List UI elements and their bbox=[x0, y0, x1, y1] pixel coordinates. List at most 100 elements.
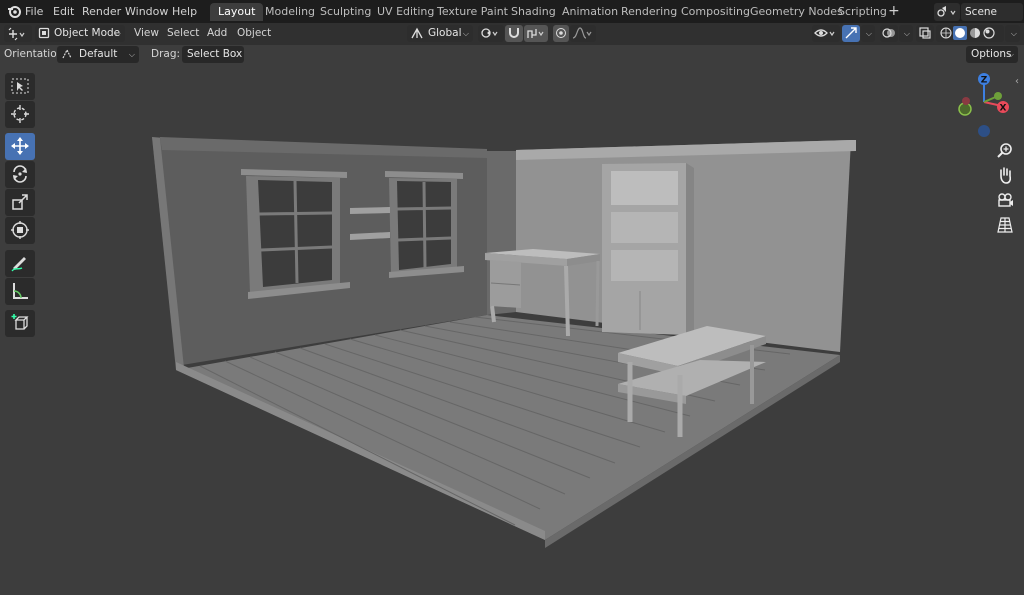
editor-type-icon bbox=[8, 27, 25, 41]
camera-icon bbox=[998, 193, 1013, 207]
bookshelf bbox=[602, 163, 694, 335]
gizmo-icon bbox=[845, 27, 857, 39]
chevron-down-icon: ⌵ bbox=[903, 29, 910, 38]
material-shading-icon[interactable] bbox=[970, 28, 980, 38]
chevron-down-icon: ⌵ bbox=[462, 29, 469, 38]
orientation-icon bbox=[62, 48, 72, 59]
shading-dropdown[interactable]: ⌵ bbox=[1005, 25, 1020, 42]
proportional-edit-icon bbox=[556, 28, 566, 38]
axis-neg-z-icon[interactable] bbox=[978, 125, 990, 137]
zoom-magnifier-icon bbox=[997, 143, 1012, 158]
chevron-down-icon: ⌵ bbox=[128, 50, 135, 59]
transform-tool[interactable] bbox=[5, 217, 35, 244]
axis-y-icon[interactable] bbox=[994, 92, 1002, 100]
add-workspace-icon[interactable]: + bbox=[888, 0, 900, 23]
falloff-curve-icon bbox=[572, 27, 592, 39]
overlay-icon bbox=[882, 28, 895, 38]
shading-mode-group bbox=[936, 25, 1004, 42]
menu-select[interactable]: Select bbox=[167, 25, 199, 42]
cursor-tool[interactable] bbox=[5, 101, 35, 128]
menu-file[interactable]: File bbox=[25, 0, 43, 23]
tool-settings-bar: Orientation: Default ⌵ Drag: Select Box … bbox=[0, 45, 1024, 65]
camera-view-button[interactable] bbox=[994, 189, 1016, 211]
scene-browse-button[interactable] bbox=[934, 3, 960, 21]
blender-logo-icon[interactable] bbox=[7, 0, 21, 23]
window-right bbox=[385, 171, 464, 278]
solid-shading-icon[interactable] bbox=[955, 28, 965, 38]
tab-scripting[interactable]: Scripting bbox=[830, 3, 895, 21]
measure-tool[interactable] bbox=[5, 278, 35, 305]
menu-help[interactable]: Help bbox=[172, 0, 197, 23]
chevron-down-icon: ⌵ bbox=[865, 29, 872, 38]
options-dropdown[interactable]: Options ⌵ bbox=[966, 46, 1018, 63]
hand-icon bbox=[1000, 167, 1012, 184]
zoom-button[interactable] bbox=[994, 140, 1016, 162]
add-cube-icon bbox=[11, 314, 29, 330]
overlay-dropdown[interactable]: ⌵ bbox=[899, 25, 913, 42]
chevron-down-icon: ⌵ bbox=[1007, 50, 1014, 59]
menu-render[interactable]: Render bbox=[82, 0, 121, 23]
move-arrows-icon bbox=[11, 137, 29, 155]
xray-icon bbox=[919, 27, 931, 39]
orientation-default-value: Default bbox=[79, 48, 118, 60]
move-tool[interactable] bbox=[5, 133, 35, 160]
3d-viewport[interactable] bbox=[0, 65, 1024, 595]
select-box-icon bbox=[11, 78, 29, 94]
mode-dropdown[interactable]: Object Mode ⌵ bbox=[35, 25, 125, 42]
rendered-shading-icon[interactable] bbox=[983, 27, 995, 39]
editor-type-button[interactable] bbox=[4, 25, 32, 42]
chevron-down-icon: ⌵ bbox=[233, 50, 240, 59]
options-label: Options bbox=[971, 48, 1012, 60]
xray-toggle[interactable] bbox=[916, 25, 934, 42]
perspective-toggle-button[interactable] bbox=[994, 214, 1016, 236]
snap-increment-icon bbox=[527, 29, 544, 38]
cursor-icon bbox=[11, 105, 29, 123]
pivot-point-dropdown[interactable] bbox=[478, 25, 504, 42]
top-bar: File Edit Render Window Help Layout Mode… bbox=[0, 0, 1024, 23]
rotate-tool[interactable] bbox=[5, 161, 35, 188]
object-mode-icon bbox=[38, 27, 50, 39]
navigation-gizmo[interactable]: Z X bbox=[950, 68, 1020, 140]
sidebar-toggle-icon[interactable]: ‹ bbox=[1015, 76, 1019, 87]
scene-icon bbox=[937, 6, 956, 17]
visibility-dropdown[interactable] bbox=[812, 25, 840, 42]
proportional-edit-toggle[interactable] bbox=[553, 25, 569, 42]
drag-dropdown[interactable]: Select Box ⌵ bbox=[182, 46, 244, 63]
select-box-tool[interactable] bbox=[5, 73, 35, 100]
mode-label: Object Mode bbox=[54, 27, 121, 39]
gizmo-toggle[interactable] bbox=[842, 25, 860, 42]
add-cube-tool[interactable] bbox=[5, 310, 35, 337]
pivot-point-icon bbox=[481, 28, 498, 38]
annotate-pencil-icon bbox=[11, 257, 26, 272]
snap-toggle[interactable] bbox=[505, 25, 523, 42]
axis-neg-x-icon[interactable] bbox=[962, 97, 970, 105]
orientation-default-dropdown[interactable]: Default ⌵ bbox=[57, 46, 139, 63]
menu-object[interactable]: Object bbox=[237, 25, 271, 42]
eye-icon bbox=[814, 29, 835, 37]
scene-name: Scene bbox=[965, 6, 998, 18]
pan-button[interactable] bbox=[994, 164, 1016, 186]
viewport-header: Object Mode ⌵ View Select Add Object Glo… bbox=[0, 23, 1024, 45]
overlay-toggle[interactable] bbox=[880, 25, 898, 42]
menu-view[interactable]: View bbox=[134, 25, 159, 42]
snap-target-dropdown[interactable] bbox=[524, 25, 548, 42]
chevron-down-icon: ⌵ bbox=[1010, 29, 1017, 38]
gizmo-dropdown[interactable]: ⌵ bbox=[861, 25, 875, 42]
svg-text:X: X bbox=[1000, 104, 1007, 114]
scale-tool[interactable] bbox=[5, 189, 35, 216]
wireframe-shading-icon[interactable] bbox=[940, 27, 952, 39]
menu-edit[interactable]: Edit bbox=[53, 0, 74, 23]
tab-layout[interactable]: Layout bbox=[210, 3, 264, 21]
menu-add[interactable]: Add bbox=[207, 25, 227, 42]
rotate-icon bbox=[13, 165, 27, 183]
orientation-global-icon bbox=[411, 27, 423, 39]
menu-window[interactable]: Window bbox=[125, 0, 168, 23]
chevron-down-icon: ⌵ bbox=[114, 29, 121, 38]
proportional-falloff-dropdown[interactable] bbox=[570, 25, 596, 42]
scene-name-field[interactable]: Scene bbox=[961, 3, 1023, 21]
orientation-label: Global bbox=[428, 27, 462, 39]
window-left bbox=[241, 169, 350, 299]
transform-orientation-dropdown[interactable]: Global ⌵ bbox=[407, 25, 473, 42]
scale-icon bbox=[12, 194, 28, 210]
annotate-tool[interactable] bbox=[5, 250, 35, 277]
